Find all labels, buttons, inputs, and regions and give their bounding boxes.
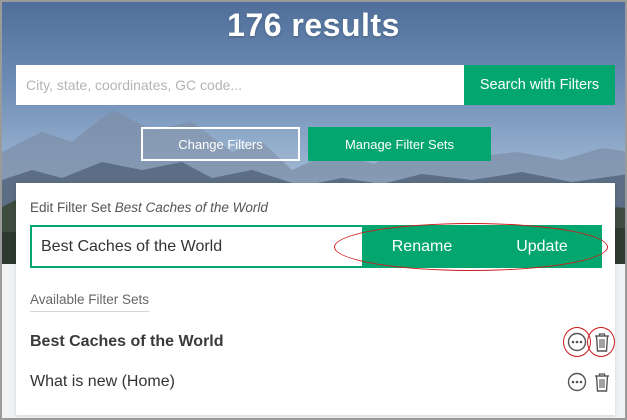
trash-icon[interactable]: [589, 369, 615, 395]
filter-set-panel: Edit Filter Set Best Caches of the World…: [16, 183, 615, 415]
filter-set-name: What is new (Home): [30, 373, 175, 390]
filter-set-name: Best Caches of the World: [30, 333, 224, 350]
filter-set-row[interactable]: Best Caches of the World: [30, 327, 615, 357]
filter-set-name-input[interactable]: [30, 225, 362, 268]
trash-icon[interactable]: [589, 329, 615, 355]
screenshot-frame: 176 results Search with Filters Change F…: [0, 0, 627, 420]
available-filter-sets-heading: Available Filter Sets: [30, 292, 150, 312]
rename-update-bar: Rename Update: [362, 225, 602, 268]
manage-filter-sets-button[interactable]: Manage Filter Sets: [308, 127, 491, 161]
edit-label-set-name: Best Caches of the World: [114, 200, 268, 215]
results-count-title: 176 results: [227, 7, 400, 43]
change-filters-button[interactable]: Change Filters: [141, 127, 300, 161]
filter-set-row[interactable]: What is new (Home): [30, 369, 609, 397]
search-input[interactable]: [16, 65, 464, 105]
rename-button[interactable]: Rename: [362, 225, 482, 268]
search-with-filters-button[interactable]: Search with Filters: [464, 65, 615, 105]
ellipsis-circle-icon[interactable]: [564, 369, 590, 395]
edit-label-prefix: Edit Filter Set: [30, 200, 112, 215]
ellipsis-circle-icon[interactable]: [564, 329, 590, 355]
edit-filter-set-label: Edit Filter Set Best Caches of the World: [30, 200, 268, 215]
update-button[interactable]: Update: [482, 225, 602, 268]
